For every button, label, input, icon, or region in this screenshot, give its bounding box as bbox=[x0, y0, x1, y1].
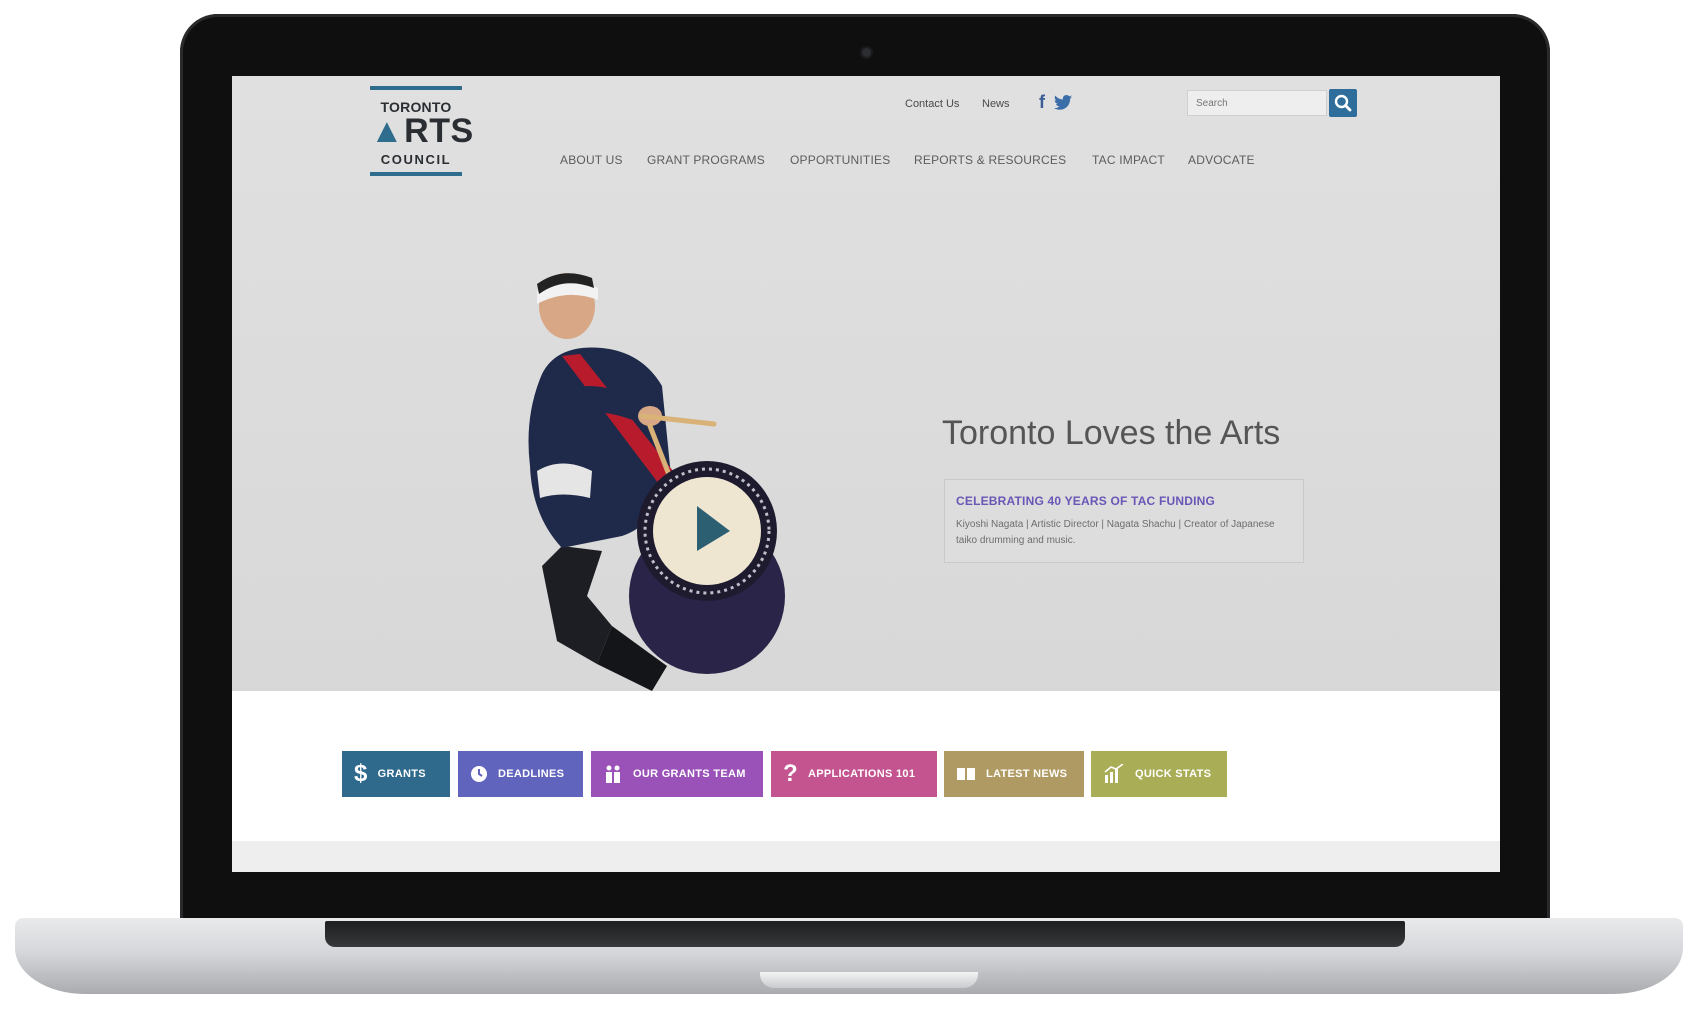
our-grants-team-label: OUR GRANTS TEAM bbox=[633, 768, 746, 780]
chart-glyph bbox=[1104, 764, 1124, 783]
grants-button[interactable]: $ GRANTS bbox=[342, 751, 450, 797]
book-icon bbox=[956, 766, 976, 782]
logo-triangle: ▲ bbox=[370, 112, 405, 150]
taiko-drummer-image bbox=[528, 273, 785, 691]
search-input[interactable] bbox=[1188, 91, 1332, 115]
hero-callout[interactable]: CELEBRATING 40 YEARS OF TAC FUNDING Kiyo… bbox=[944, 479, 1304, 563]
logo-top-bar bbox=[370, 86, 462, 90]
quick-stats-label: QUICK STATS bbox=[1135, 768, 1212, 780]
webcam bbox=[862, 48, 871, 57]
quick-links-section: $ GRANTS DEADLINES OUR GRANTS TEAM ? APP… bbox=[232, 691, 1500, 872]
latest-news-label: LATEST NEWS bbox=[986, 768, 1068, 780]
deadlines-label: DEADLINES bbox=[498, 768, 565, 780]
applications-101-button[interactable]: ? APPLICATIONS 101 bbox=[771, 751, 937, 797]
latest-news-button[interactable]: LATEST NEWS bbox=[944, 751, 1084, 797]
trackpad-notch bbox=[760, 972, 978, 988]
our-grants-team-button[interactable]: OUR GRANTS TEAM bbox=[591, 751, 763, 797]
facebook-icon[interactable]: f bbox=[1039, 92, 1045, 113]
people-glyph bbox=[606, 765, 620, 783]
nav-advocate[interactable]: ADVOCATE bbox=[1188, 153, 1255, 167]
search-icon bbox=[1334, 94, 1352, 112]
dollar-icon: $ bbox=[354, 760, 368, 787]
search-field[interactable] bbox=[1187, 90, 1332, 116]
search-button[interactable] bbox=[1329, 89, 1357, 117]
site-logo[interactable]: TORONTO ▲RTS COUNCIL bbox=[370, 86, 473, 178]
nav-grant-programs[interactable]: GRANT PROGRAMS bbox=[647, 153, 765, 167]
logo-bottom-bar bbox=[370, 172, 462, 176]
hero-section: TORONTO ▲RTS COUNCIL Contact Us News f A… bbox=[232, 76, 1500, 691]
contact-us-link[interactable]: Contact Us bbox=[905, 98, 959, 110]
nav-tac-impact[interactable]: TAC IMPACT bbox=[1092, 153, 1165, 167]
logo-line-3: COUNCIL bbox=[380, 152, 452, 167]
news-link[interactable]: News bbox=[982, 98, 1010, 110]
logo-line-2-text: RTS bbox=[404, 112, 474, 150]
screen: TORONTO ▲RTS COUNCIL Contact Us News f A… bbox=[232, 76, 1500, 872]
deadlines-button[interactable]: DEADLINES bbox=[458, 751, 583, 797]
chart-icon bbox=[1103, 764, 1125, 784]
hero-title: Toronto Loves the Arts bbox=[942, 414, 1281, 452]
lower-content-strip bbox=[232, 841, 1500, 872]
twitter-bird-glyph bbox=[1054, 95, 1072, 110]
clock-glyph bbox=[471, 766, 487, 782]
callout-heading[interactable]: CELEBRATING 40 YEARS OF TAC FUNDING bbox=[956, 494, 1215, 508]
question-icon: ? bbox=[783, 760, 798, 787]
grants-label: GRANTS bbox=[377, 768, 426, 780]
nav-opportunities[interactable]: OPPORTUNITIES bbox=[790, 153, 890, 167]
quick-stats-button[interactable]: QUICK STATS bbox=[1091, 751, 1227, 797]
nav-reports-resources[interactable]: REPORTS & RESOURCES bbox=[914, 153, 1066, 167]
keyboard-edge bbox=[325, 921, 1405, 947]
book-glyph bbox=[957, 768, 975, 780]
people-icon bbox=[603, 764, 623, 784]
callout-description: Kiyoshi Nagata | Artistic Director | Nag… bbox=[956, 519, 1275, 546]
applications-101-label: APPLICATIONS 101 bbox=[807, 768, 916, 780]
clock-icon bbox=[470, 765, 488, 783]
nav-about-us[interactable]: ABOUT US bbox=[560, 153, 623, 167]
twitter-icon[interactable] bbox=[1054, 94, 1072, 115]
logo-line-2: ▲RTS bbox=[370, 112, 473, 150]
